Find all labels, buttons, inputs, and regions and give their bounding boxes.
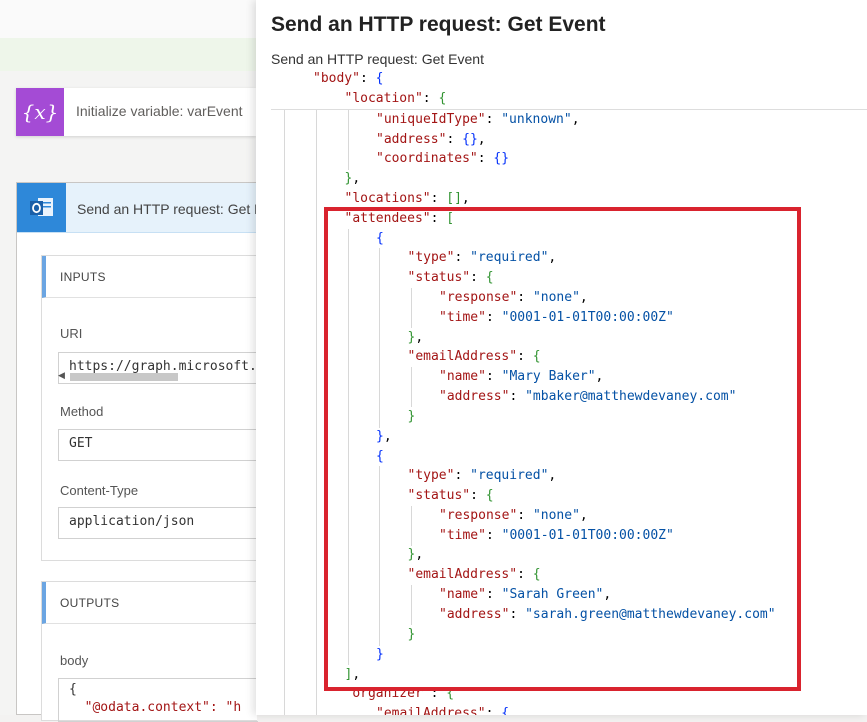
inputs-header[interactable]: INPUTS	[42, 256, 257, 298]
method-label: Method	[60, 404, 104, 419]
json-line: }	[407, 409, 416, 424]
content-type-field[interactable]: application/json	[58, 507, 258, 539]
json-line: "type": "required",	[407, 250, 557, 265]
designer-top	[0, 0, 256, 38]
json-line: "time": "0001-01-01T00:00:00Z"	[439, 310, 674, 325]
json-line: {	[376, 449, 384, 464]
content-type-label: Content-Type	[60, 483, 139, 498]
json-line: "name": "Mary Baker",	[439, 369, 604, 384]
indent-guide	[284, 110, 285, 715]
method-field[interactable]: GET	[58, 429, 258, 461]
details-panel: Send an HTTP request: Get Event Send an …	[256, 0, 867, 715]
init-variable-title: Initialize variable: varEvent	[76, 103, 243, 119]
json-line: "type": "required",	[407, 468, 557, 483]
outputs-header[interactable]: OUTPUTS	[42, 582, 257, 624]
json-line: "uniqueIdType": "unknown",	[376, 112, 580, 127]
json-line: "organizer": {	[344, 686, 455, 701]
json-line: "emailAddress": {	[407, 349, 541, 364]
json-line: }	[407, 627, 416, 642]
uri-label: URI	[60, 326, 83, 341]
json-line: "address": "sarah.green@matthewdevaney.c…	[439, 607, 776, 622]
json-line: "time": "0001-01-01T00:00:00Z"	[439, 528, 674, 543]
initialize-variable-card[interactable]: {x} Initialize variable: varEvent	[16, 88, 256, 136]
json-line: "emailAddress": {	[376, 706, 510, 715]
indent-guide	[316, 110, 317, 715]
json-viewer[interactable]: "body": { "location": { "uniqueIdType": "u…	[256, 0, 867, 715]
indent-guide	[411, 288, 412, 328]
json-line: },	[376, 429, 392, 444]
body-output-line: "@odata.context": "h	[69, 700, 242, 715]
indent-guide	[411, 367, 412, 407]
json-line: },	[407, 547, 424, 562]
json-line: "attendees": [	[344, 211, 455, 226]
json-line: "response": "none",	[439, 290, 588, 305]
inputs-section: INPUTS URI https://graph.microsoft.com ◀…	[41, 255, 258, 561]
json-line: },	[407, 330, 424, 345]
body-output-line: {	[69, 682, 77, 697]
json-line: ],	[344, 667, 361, 682]
json-line: "status": {	[407, 488, 494, 503]
indent-guide	[348, 229, 349, 665]
json-line: "address": "mbaker@matthewdevaney.com"	[439, 389, 737, 404]
json-line: "emailAddress": {	[407, 567, 541, 582]
json-line: }	[376, 647, 384, 662]
json-line: {	[376, 231, 384, 246]
json-line: "body": {	[313, 71, 384, 86]
variable-icon: {x}	[16, 88, 64, 136]
body-label: body	[60, 653, 89, 668]
json-line: "name": "Sarah Green",	[439, 587, 612, 602]
json-line: "coordinates": {}	[376, 151, 510, 166]
http-request-card[interactable]: Send an HTTP request: Get Event INPUTS U…	[16, 182, 290, 722]
trigger-card-strip	[0, 38, 256, 71]
indent-guide	[411, 506, 412, 546]
json-line: "status": {	[407, 270, 494, 285]
uri-scrollbar[interactable]: ◀	[58, 370, 218, 382]
json-line: },	[344, 171, 361, 186]
indent-guide	[348, 110, 349, 170]
outputs-section: OUTPUTS body { "@odata.context": "h	[41, 581, 258, 722]
indent-guide	[411, 585, 412, 625]
indent-guide	[379, 248, 380, 428]
http-card-header[interactable]: Send an HTTP request: Get Event	[17, 183, 290, 233]
scroll-left-icon[interactable]: ◀	[58, 370, 65, 381]
json-line: "address": {},	[376, 132, 486, 147]
scroll-thumb[interactable]	[70, 373, 178, 381]
json-line: "location": {	[344, 91, 447, 106]
indent-guide	[379, 466, 380, 646]
json-line: "response": "none",	[439, 508, 588, 523]
body-output-field[interactable]: { "@odata.context": "h	[58, 678, 258, 722]
outlook-icon	[17, 183, 66, 232]
json-line: "locations": [],	[344, 191, 470, 206]
